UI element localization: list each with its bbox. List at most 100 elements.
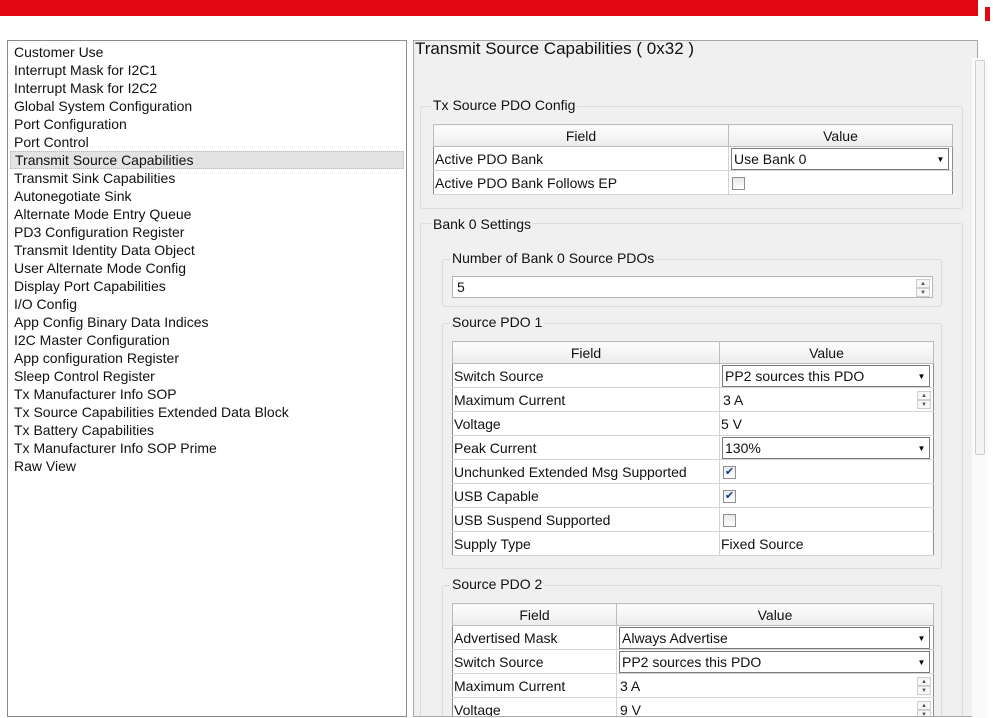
- advertised-mask-value: Always Advertise: [622, 629, 728, 646]
- peak-current-label: Peak Current: [452, 435, 720, 460]
- sidebar-item[interactable]: Tx Manufacturer Info SOP Prime: [10, 439, 404, 457]
- unchunked-extended-msg-label: Unchunked Extended Msg Supported: [452, 459, 720, 484]
- sidebar-item[interactable]: User Alternate Mode Config: [10, 259, 404, 277]
- tx-source-pdo-config-title: Tx Source PDO Config: [431, 97, 578, 113]
- sidebar-item[interactable]: App Config Binary Data Indices: [10, 313, 404, 331]
- switch-source-value: PP2 sources this PDO: [622, 653, 762, 670]
- spin-up-icon[interactable]: ▲: [916, 279, 930, 288]
- table-row: Supply Type Fixed Source: [452, 531, 934, 556]
- spin-down-icon[interactable]: ▼: [917, 399, 931, 409]
- sidebar-item[interactable]: PD3 Configuration Register: [10, 223, 404, 241]
- spin-down-icon[interactable]: ▼: [916, 288, 930, 297]
- sidebar-item[interactable]: Interrupt Mask for I2C2: [10, 79, 404, 97]
- sidebar-item[interactable]: Global System Configuration: [10, 97, 404, 115]
- usb-capable-label: USB Capable: [452, 483, 720, 508]
- chevron-down-icon[interactable]: ▼: [914, 438, 929, 458]
- switch-source-label: Switch Source: [452, 363, 720, 388]
- sidebar-item[interactable]: Tx Source Capabilities Extended Data Blo…: [10, 403, 404, 421]
- table-row: Voltage 5 V: [452, 411, 934, 436]
- active-pdo-bank-follows-ep-label: Active PDO Bank Follows EP: [433, 170, 729, 195]
- sidebar-item[interactable]: Transmit Identity Data Object: [10, 241, 404, 259]
- maximum-current-value: 3 A: [723, 391, 744, 408]
- column-header-field: Field: [452, 341, 720, 364]
- sidebar-item[interactable]: Port Configuration: [10, 115, 404, 133]
- chevron-down-icon[interactable]: ▼: [914, 366, 929, 386]
- bank0-settings-title: Bank 0 Settings: [431, 216, 534, 232]
- scrollbar-thumb[interactable]: [975, 60, 985, 455]
- usb-suspend-supported-label: USB Suspend Supported: [452, 507, 720, 532]
- table-row: Advertised Mask Always Advertise ▼: [452, 625, 934, 650]
- page-title: Transmit Source Capabilities ( 0x32 ): [415, 40, 695, 58]
- sidebar-item[interactable]: Alternate Mode Entry Queue: [10, 205, 404, 223]
- advertised-mask-dropdown[interactable]: Always Advertise ▼: [619, 626, 930, 649]
- num-pdos-title: Number of Bank 0 Source PDOs: [450, 250, 657, 266]
- table-row: Switch Source PP2 sources this PDO ▼: [452, 363, 934, 388]
- chevron-down-icon[interactable]: ▼: [914, 628, 929, 648]
- table-row: USB Suspend Supported: [452, 507, 934, 532]
- unchunked-extended-msg-checkbox[interactable]: ✔: [723, 466, 736, 480]
- tx-source-pdo-config-table: Field Value Active PDO Bank Use Bank 0 ▼…: [433, 124, 953, 195]
- table-row: Active PDO Bank Use Bank 0 ▼: [433, 146, 953, 171]
- active-pdo-bank-dropdown[interactable]: Use Bank 0 ▼: [731, 147, 949, 170]
- spin-down-icon[interactable]: ▼: [917, 709, 931, 716]
- sidebar-item[interactable]: Sleep Control Register: [10, 367, 404, 385]
- column-header-value: Value: [616, 603, 934, 626]
- usb-suspend-supported-checkbox[interactable]: [723, 514, 736, 528]
- switch-source-label: Switch Source: [452, 649, 617, 674]
- table-row: Maximum Current 3 A ▲ ▼: [452, 387, 934, 412]
- num-pdos-value: 5: [457, 279, 465, 295]
- sidebar-item[interactable]: App configuration Register: [10, 349, 404, 367]
- column-header-value: Value: [728, 124, 953, 147]
- sidebar-item[interactable]: Autonegotiate Sink: [10, 187, 404, 205]
- source-pdo2-title: Source PDO 2: [450, 576, 545, 592]
- chevron-down-icon[interactable]: ▼: [914, 652, 929, 672]
- peak-current-dropdown[interactable]: 130% ▼: [722, 436, 930, 459]
- maximum-current-spinbox[interactable]: 3 A ▲ ▼: [721, 389, 933, 411]
- sidebar-item[interactable]: Transmit Source Capabilities: [10, 151, 404, 169]
- sidebar-item[interactable]: Customer Use: [10, 43, 404, 61]
- spin-up-icon[interactable]: ▲: [917, 390, 931, 400]
- sidebar-item[interactable]: Tx Manufacturer Info SOP: [10, 385, 404, 403]
- spin-down-icon[interactable]: ▼: [917, 685, 931, 695]
- table-row: USB Capable ✔: [452, 483, 934, 508]
- sidebar-item[interactable]: Port Control: [10, 133, 404, 151]
- register-detail-panel: Transmit Source Capabilities ( 0x32 ) Tx…: [413, 40, 978, 717]
- switch-source-dropdown[interactable]: PP2 sources this PDO ▼: [722, 364, 930, 387]
- column-header-value: Value: [719, 341, 934, 364]
- maximum-current-spinbox[interactable]: 3 A ▲ ▼: [618, 675, 933, 697]
- table-row: Unchunked Extended Msg Supported ✔: [452, 459, 934, 484]
- table-row: Maximum Current 3 A ▲ ▼: [452, 673, 934, 698]
- source-pdo1-table: Field Value Switch Source PP2 sources th…: [452, 341, 934, 556]
- voltage-value: 5 V: [719, 411, 934, 436]
- maximum-current-spin-buttons: ▲ ▼: [917, 390, 931, 409]
- voltage-spin-buttons: ▲ ▼: [917, 700, 931, 716]
- voltage-label: Voltage: [452, 411, 720, 436]
- num-pdos-spinbox[interactable]: 5 ▲ ▼: [452, 276, 933, 298]
- sidebar-item[interactable]: Tx Battery Capabilities: [10, 421, 404, 439]
- sidebar-item[interactable]: Raw View: [10, 457, 404, 475]
- supply-type-value: Fixed Source: [719, 531, 934, 556]
- num-pdos-spin-buttons: ▲ ▼: [916, 279, 930, 297]
- spin-up-icon[interactable]: ▲: [917, 676, 931, 686]
- source-pdo2-table: Field Value Advertised Mask Always Adver…: [452, 603, 934, 716]
- maximum-current-label: Maximum Current: [452, 673, 617, 698]
- usb-capable-checkbox[interactable]: ✔: [723, 490, 736, 504]
- sidebar-item[interactable]: Display Port Capabilities: [10, 277, 404, 295]
- switch-source-dropdown[interactable]: PP2 sources this PDO ▼: [619, 650, 930, 673]
- voltage-spinbox[interactable]: 9 V ▲ ▼: [618, 699, 933, 716]
- chevron-down-icon[interactable]: ▼: [933, 149, 948, 169]
- sidebar-item[interactable]: I2C Master Configuration: [10, 331, 404, 349]
- column-header-field: Field: [452, 603, 617, 626]
- brand-bar: [0, 0, 978, 16]
- brand-bar-tip: [985, 7, 990, 21]
- table-row: Active PDO Bank Follows EP: [433, 170, 953, 195]
- active-pdo-bank-value: Use Bank 0: [734, 150, 807, 167]
- sidebar-item[interactable]: Transmit Sink Capabilities: [10, 169, 404, 187]
- spin-up-icon[interactable]: ▲: [917, 700, 931, 710]
- sidebar-item[interactable]: Interrupt Mask for I2C1: [10, 61, 404, 79]
- maximum-current-value: 3 A: [620, 677, 641, 694]
- table-row: Voltage 9 V ▲ ▼: [452, 697, 934, 716]
- active-pdo-bank-follows-ep-checkbox[interactable]: [732, 177, 745, 191]
- active-pdo-bank-label: Active PDO Bank: [433, 146, 729, 171]
- sidebar-item[interactable]: I/O Config: [10, 295, 404, 313]
